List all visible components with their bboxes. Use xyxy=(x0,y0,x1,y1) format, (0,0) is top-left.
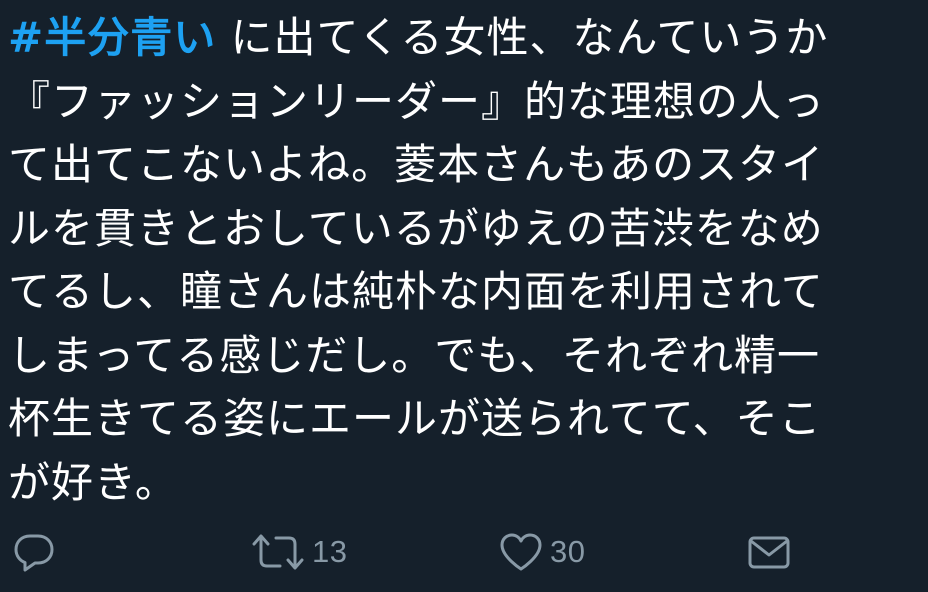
tweet-line-6: しまってる感じだし。でも、それぞれ精一 xyxy=(8,330,820,380)
direct-message-button[interactable] xyxy=(746,522,792,582)
tweet-line-8: が好き。 xyxy=(8,457,178,507)
heart-icon xyxy=(498,530,544,574)
tweet-line-1: #半分青い に出てくる女性、なんていうか xyxy=(8,6,920,70)
tweet-line-text: に出てくる女性、なんていうか xyxy=(216,13,829,62)
envelope-icon xyxy=(746,530,792,574)
reply-icon xyxy=(12,530,56,574)
like-button[interactable]: 30 xyxy=(498,522,585,582)
retweet-button[interactable]: 13 xyxy=(250,522,347,582)
hashtag-link[interactable]: #半分青い xyxy=(8,13,216,62)
tweet-line-5: てるし、瞳さんは純朴な内面を利用されて xyxy=(8,267,824,316)
retweet-count: 13 xyxy=(312,534,348,569)
tweet-line-2: 『ファッションリーダー』的な理想の人っ xyxy=(8,76,826,126)
reply-button[interactable] xyxy=(12,522,56,582)
tweet-text: #半分青い に出てくる女性、なんていうか 『ファッションリーダー』的な理想の人っ… xyxy=(8,6,920,514)
tweet-line-3: て出てこないよね。菱本さんもあのスタイ xyxy=(8,140,825,189)
like-count: 30 xyxy=(550,534,586,569)
retweet-icon xyxy=(250,530,306,574)
tweet-line-4: ルを貫きとおしているがゆえの苦渋をなめ xyxy=(8,203,824,253)
tweet: #半分青い に出てくる女性、なんていうか 『ファッションリーダー』的な理想の人っ… xyxy=(0,0,928,592)
tweet-actions: 13 30 xyxy=(0,522,928,582)
tweet-line-7: 杯生きてる姿にエールが送られてて、そこ xyxy=(8,394,822,443)
